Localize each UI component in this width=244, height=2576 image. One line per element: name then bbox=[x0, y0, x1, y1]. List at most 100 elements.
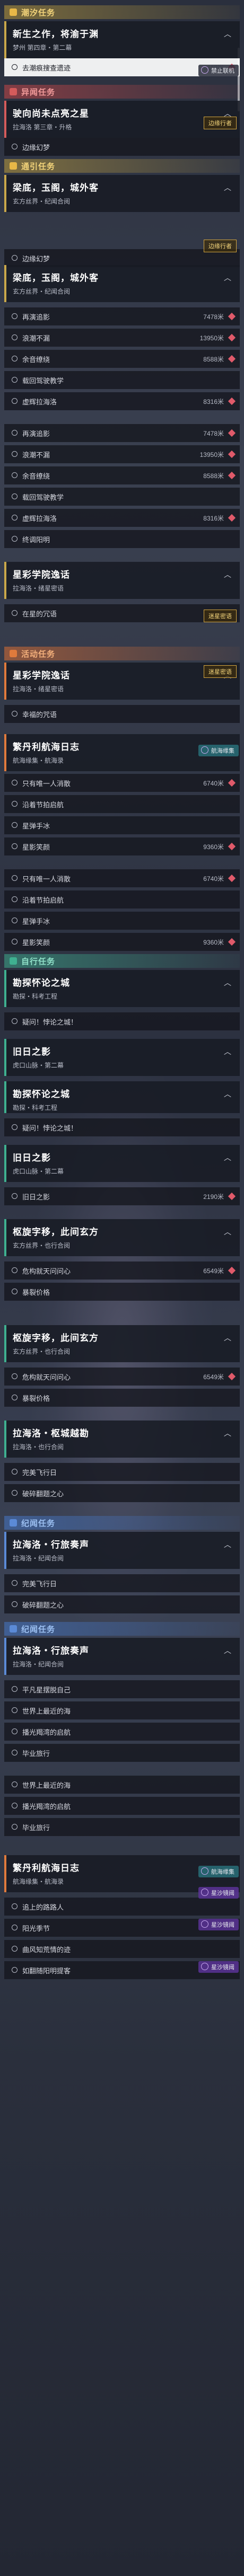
objective-row[interactable]: 边缘幻梦 bbox=[4, 138, 240, 156]
objective-row[interactable]: 破碎翻题之心 bbox=[4, 1595, 240, 1613]
objective-row[interactable]: 世界上最近的海 bbox=[4, 1776, 240, 1794]
objective-row[interactable]: 只有唯一人消散 6740米 bbox=[4, 869, 240, 887]
objective-row[interactable]: 幸福的咒语 bbox=[4, 705, 240, 723]
objective-row[interactable]: 沿着节拍启航 bbox=[4, 795, 240, 813]
objective-row[interactable]: 再演追影 7478米 bbox=[4, 424, 240, 442]
objective-row[interactable]: 浪潮不漏 13950米 bbox=[4, 445, 240, 463]
objective-marker-icon bbox=[12, 1490, 18, 1496]
objective-row[interactable]: 疑问！悖论之城！ bbox=[4, 1012, 240, 1030]
objective-row[interactable]: 虚辉拉海洛 8316米 bbox=[4, 392, 240, 410]
objective-row[interactable]: 星弹手冰 bbox=[4, 816, 240, 834]
objective-row[interactable]: 旧日之影 2190米 bbox=[4, 1187, 240, 1205]
quest-card[interactable]: 新生之作，将渝于渊 梦州 第四章・第二幕 ︿ bbox=[4, 21, 240, 58]
objective-row[interactable]: 星影笑颜 9360米 bbox=[4, 837, 240, 855]
quest-card[interactable]: 星彩学院逸话拉海洛・绪星密语 ︿ bbox=[4, 562, 240, 599]
objective-marker-icon bbox=[12, 255, 18, 261]
chevron-up-icon[interactable]: ︿ bbox=[223, 272, 232, 282]
objective-label: 平凡星摆脱自己 bbox=[22, 1686, 71, 1694]
quest-card[interactable]: 拉海洛・行旅奏声 拉海洛・纪闻合阅 ︿ bbox=[4, 1638, 240, 1675]
objective-row[interactable]: 毕业旅行 bbox=[4, 1744, 240, 1762]
objective-distance: 9360米 bbox=[203, 843, 224, 851]
category-icon bbox=[10, 957, 17, 965]
objective-label: 疑问！悖论之城！ bbox=[22, 1124, 78, 1132]
objective-label: 幸福的咒语 bbox=[22, 710, 57, 719]
quest-card[interactable]: 梁底，玉阁，城外客 玄方丝界・纪闻合阅 ︿ bbox=[4, 175, 240, 212]
objective-row[interactable]: 只有唯一人消散 6740米 bbox=[4, 774, 240, 792]
objective-row[interactable]: 完美飞行日 bbox=[4, 1574, 240, 1592]
badge-icon bbox=[201, 1889, 208, 1896]
quest-tag: 迷星密语 bbox=[204, 610, 237, 622]
objective-row[interactable]: 追上的路路人 bbox=[4, 1898, 240, 1916]
objective-row[interactable]: 余音缭绕 8588米 bbox=[4, 350, 240, 368]
objective-row[interactable]: 暴裂价格 bbox=[4, 1283, 240, 1301]
objective-row[interactable]: 星弹手冰 bbox=[4, 912, 240, 930]
objective-row[interactable]: 播光羯湾的启航 bbox=[4, 1723, 240, 1741]
chevron-up-icon[interactable]: ︿ bbox=[223, 1046, 232, 1056]
chevron-up-icon[interactable]: ︿ bbox=[223, 1227, 232, 1236]
category-icon bbox=[10, 88, 17, 95]
chevron-up-icon[interactable]: ︿ bbox=[223, 1428, 232, 1437]
quest-card[interactable]: 枢旋字移，此间玄方 玄方丝界・也行合阅 ︿ bbox=[4, 1325, 240, 1362]
objective-marker-icon bbox=[12, 939, 18, 945]
chevron-up-icon[interactable]: ︿ bbox=[223, 182, 232, 192]
objective-label: 疑问！悖论之城！ bbox=[22, 1018, 78, 1026]
objective-row[interactable]: 星影笑颜 9360米 bbox=[4, 933, 240, 951]
chevron-up-icon[interactable]: ︿ bbox=[223, 29, 232, 38]
quest-card[interactable]: 勘探怀论之城 勘探・科考工程 ︿ bbox=[4, 1081, 240, 1113]
objective-row[interactable]: 危构就天问问心 6549米 bbox=[4, 1261, 240, 1280]
objective-marker-icon bbox=[12, 896, 18, 902]
quest-card[interactable]: 拉海洛・枢城越勘 拉海洛・也行合阅 ︿ bbox=[4, 1421, 240, 1458]
objective-row[interactable]: 浪潮不漏 13950米 bbox=[4, 329, 240, 347]
objective-row[interactable]: 虚辉拉海洛 8316米 bbox=[4, 509, 240, 527]
objective-row[interactable]: 播光羯湾的启航 bbox=[4, 1797, 240, 1815]
objective-marker-icon bbox=[12, 356, 18, 361]
chevron-up-icon[interactable]: ︿ bbox=[223, 1645, 232, 1655]
chevron-up-icon[interactable]: ︿ bbox=[223, 977, 232, 987]
category-label: 活动任务 bbox=[21, 649, 56, 659]
objective-row[interactable]: 载回驾驶教学 bbox=[4, 488, 240, 506]
quest-card[interactable]: 枢旋字移，此间玄方 玄方丝界・也行合阅 ︿ bbox=[4, 1219, 240, 1256]
objective-row[interactable]: 完美飞行日 bbox=[4, 1463, 240, 1481]
objective-marker-icon bbox=[12, 1373, 18, 1379]
objective-row[interactable]: 曲风知荒情的迹 bbox=[4, 1940, 240, 1958]
chevron-up-icon[interactable]: ︿ bbox=[223, 1089, 232, 1098]
category-header: 通引任务 bbox=[4, 159, 240, 173]
objective-row[interactable]: 余音缭绕 8588米 bbox=[4, 466, 240, 484]
badge-label: 星沙镜阈 bbox=[211, 1964, 234, 1971]
objective-row[interactable]: 暴裂价格 bbox=[4, 1389, 240, 1407]
category-header: 异闻任务 bbox=[4, 85, 240, 99]
quest-card[interactable]: 旧日之影 虎口山脉・第二幕 ︿ bbox=[4, 1039, 240, 1076]
objective-label: 星影笑颜 bbox=[22, 843, 50, 851]
objective-row[interactable]: 毕业旅行 bbox=[4, 1818, 240, 1836]
objective-marker-icon bbox=[12, 1925, 18, 1930]
objective-label: 完美飞行日 bbox=[22, 1580, 57, 1588]
objective-label: 毕业旅行 bbox=[22, 1823, 50, 1832]
objective-row[interactable]: 再演追影 7478米 bbox=[4, 307, 240, 325]
category-label: 异闻任务 bbox=[21, 87, 56, 97]
objective-row[interactable]: 世界上最近的海 bbox=[4, 1701, 240, 1719]
objective-marker-icon bbox=[12, 1018, 18, 1024]
objective-label: 只有唯一人消散 bbox=[22, 779, 71, 788]
quest-card[interactable]: 拉海洛・行旅奏声 拉海洛・纪闻合阅 ︿ bbox=[4, 1532, 240, 1569]
quest-tag: 迷星密语 bbox=[204, 665, 237, 678]
objective-row[interactable]: 疑问！悖论之城！ bbox=[4, 1118, 240, 1136]
objective-row[interactable]: 终调阳明 bbox=[4, 530, 240, 548]
objective-row[interactable]: 平凡星摆脱自己 bbox=[4, 1680, 240, 1698]
quest-card[interactable]: 梁底，玉阁，城外客 玄方丝界・纪闻合阅 ︿ bbox=[4, 265, 240, 302]
chevron-up-icon[interactable]: ︿ bbox=[223, 1539, 232, 1549]
quest-card[interactable]: 旧日之影 虎口山脉・第二幕 ︿ bbox=[4, 1145, 240, 1182]
chevron-up-icon[interactable]: ︿ bbox=[223, 1152, 232, 1162]
objective-row[interactable]: 危构就天问问心 6549米 bbox=[4, 1368, 240, 1386]
objective-distance: 13950米 bbox=[199, 334, 224, 342]
quest-card[interactable]: 勘探怀论之城 勘探・科考工程 ︿ bbox=[4, 970, 240, 1007]
objective-row[interactable]: 沿着节拍启航 bbox=[4, 890, 240, 908]
objective-marker-icon bbox=[12, 1601, 18, 1607]
objective-row[interactable]: 破碎翻题之心 bbox=[4, 1484, 240, 1502]
objective-row[interactable]: 载回驾驶教学 bbox=[4, 371, 240, 389]
objective-marker-icon bbox=[12, 1686, 18, 1692]
objective-label: 载回驾驶教学 bbox=[22, 493, 64, 501]
objective-label: 播光羯湾的启航 bbox=[22, 1728, 71, 1736]
chevron-up-icon[interactable]: ︿ bbox=[223, 1333, 232, 1342]
chevron-up-icon[interactable]: ︿ bbox=[223, 569, 232, 579]
quest-title: 旧日之影 bbox=[13, 1047, 51, 1057]
